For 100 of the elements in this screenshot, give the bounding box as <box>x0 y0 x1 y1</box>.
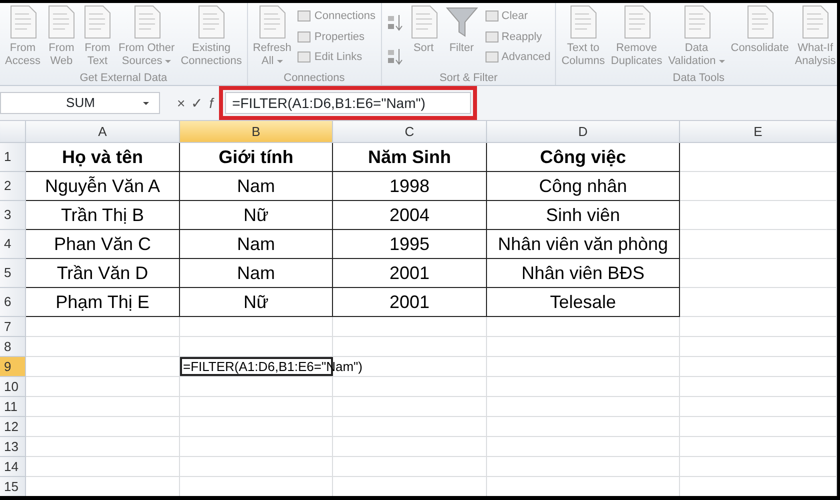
row-header[interactable]: 5 <box>0 259 26 288</box>
empty-cell[interactable] <box>487 317 680 337</box>
table-cell: Sinh viên <box>487 201 680 230</box>
row-header[interactable]: 8 <box>0 337 26 357</box>
row-header[interactable]: 12 <box>0 417 26 437</box>
empty-cell[interactable] <box>680 143 837 172</box>
select-all-corner[interactable] <box>0 121 26 143</box>
table-cell: Nhân viên BĐS <box>487 259 680 288</box>
table-cell: Nữ <box>180 288 333 317</box>
small-icon <box>484 30 499 44</box>
empty-cell[interactable] <box>487 417 680 437</box>
empty-cell[interactable] <box>487 437 680 457</box>
row-header[interactable]: 3 <box>0 201 26 230</box>
document-icon <box>46 5 76 39</box>
column-header[interactable]: A <box>26 121 180 143</box>
empty-cell[interactable] <box>680 288 837 317</box>
row-header[interactable]: 4 <box>0 230 26 259</box>
table-cell: 1995 <box>333 230 487 259</box>
empty-cell[interactable] <box>680 457 837 477</box>
table-cell: Telesale <box>487 288 680 317</box>
empty-cell[interactable] <box>680 317 837 337</box>
table-cell: Năm Sinh <box>333 143 487 172</box>
cancel-button[interactable]: × <box>174 92 188 114</box>
table-cell: Trần Văn D <box>26 259 180 288</box>
sort-icon <box>386 14 403 32</box>
enter-button[interactable]: ✓ <box>188 92 206 114</box>
document-icon <box>196 5 226 39</box>
row-header[interactable]: 14 <box>0 457 26 477</box>
row-header[interactable]: 11 <box>0 397 26 417</box>
table-cell: Nam <box>180 259 333 288</box>
group-label: Sort & Filter <box>438 71 499 85</box>
table-cell: Giới tính <box>180 143 333 172</box>
table-cell: 2004 <box>333 201 487 230</box>
empty-cell[interactable] <box>680 437 837 457</box>
empty-cell[interactable] <box>487 337 680 357</box>
group-label: Data Tools <box>672 71 726 85</box>
empty-cell[interactable] <box>680 417 837 437</box>
empty-cell[interactable] <box>680 377 837 397</box>
empty-cell[interactable] <box>333 397 487 417</box>
empty-cell[interactable] <box>180 317 333 337</box>
empty-cell[interactable] <box>333 317 487 337</box>
empty-cell[interactable] <box>333 377 487 397</box>
empty-cell[interactable] <box>680 201 837 230</box>
document-icon <box>568 5 598 39</box>
empty-cell[interactable] <box>333 417 487 437</box>
row-header[interactable]: 15 <box>0 477 26 496</box>
empty-cell[interactable] <box>333 457 487 477</box>
table-cell: Trần Thị B <box>26 201 180 230</box>
sort-icon <box>386 48 403 66</box>
document-icon <box>8 5 38 39</box>
table-cell: 2001 <box>333 288 487 317</box>
empty-cell[interactable] <box>680 230 837 259</box>
empty-cell[interactable] <box>680 172 837 201</box>
empty-cell[interactable] <box>680 397 837 417</box>
row-header[interactable]: 7 <box>0 317 26 337</box>
document-icon <box>82 5 112 39</box>
row-header[interactable]: 2 <box>0 172 26 201</box>
document-icon <box>622 5 652 39</box>
function-button[interactable]: f <box>206 92 216 114</box>
small-icon <box>484 50 499 64</box>
table-cell: Phan Văn C <box>26 230 180 259</box>
document-icon <box>682 5 712 39</box>
empty-cell[interactable] <box>680 357 837 377</box>
table-cell: Nguyễn Văn A <box>26 172 180 201</box>
empty-cell[interactable] <box>333 437 487 457</box>
group-label: Get External Data <box>78 71 168 85</box>
group-label: Connections <box>282 71 346 85</box>
empty-cell[interactable] <box>180 457 333 477</box>
column-header[interactable]: B <box>180 121 333 143</box>
column-header[interactable]: E <box>680 121 837 143</box>
row-header[interactable]: 10 <box>0 377 26 397</box>
empty-cell[interactable] <box>180 377 333 397</box>
row-header[interactable]: 6 <box>0 288 26 317</box>
empty-cell[interactable] <box>487 457 680 477</box>
formula-field[interactable]: =FILTER(A1:D6,B1:E6="Nam") <box>225 92 472 114</box>
name-box[interactable]: SUM <box>0 92 160 114</box>
small-icon <box>297 9 312 24</box>
empty-cell[interactable] <box>487 377 680 397</box>
funnel-icon <box>444 5 479 39</box>
column-header[interactable]: C <box>333 121 487 143</box>
small-icon <box>297 50 312 64</box>
table-cell: Công nhân <box>487 172 680 201</box>
document-icon <box>408 5 439 39</box>
table-cell: Họ và tên <box>26 143 180 172</box>
empty-cell[interactable] <box>180 437 333 457</box>
row-header[interactable]: 9 <box>0 357 26 377</box>
row-header[interactable]: 13 <box>0 437 26 457</box>
column-header[interactable]: D <box>487 121 680 143</box>
empty-cell[interactable] <box>180 417 333 437</box>
empty-cell[interactable] <box>487 397 680 417</box>
document-icon <box>800 5 830 39</box>
document-icon <box>132 5 162 39</box>
empty-cell[interactable] <box>180 397 333 417</box>
table-cell: 2001 <box>333 259 487 288</box>
table-cell: Công việc <box>487 143 680 172</box>
table-cell: 1998 <box>333 172 487 201</box>
document-icon <box>257 5 288 39</box>
empty-cell[interactable] <box>680 337 837 357</box>
row-header[interactable]: 1 <box>0 143 26 172</box>
empty-cell[interactable] <box>680 259 837 288</box>
